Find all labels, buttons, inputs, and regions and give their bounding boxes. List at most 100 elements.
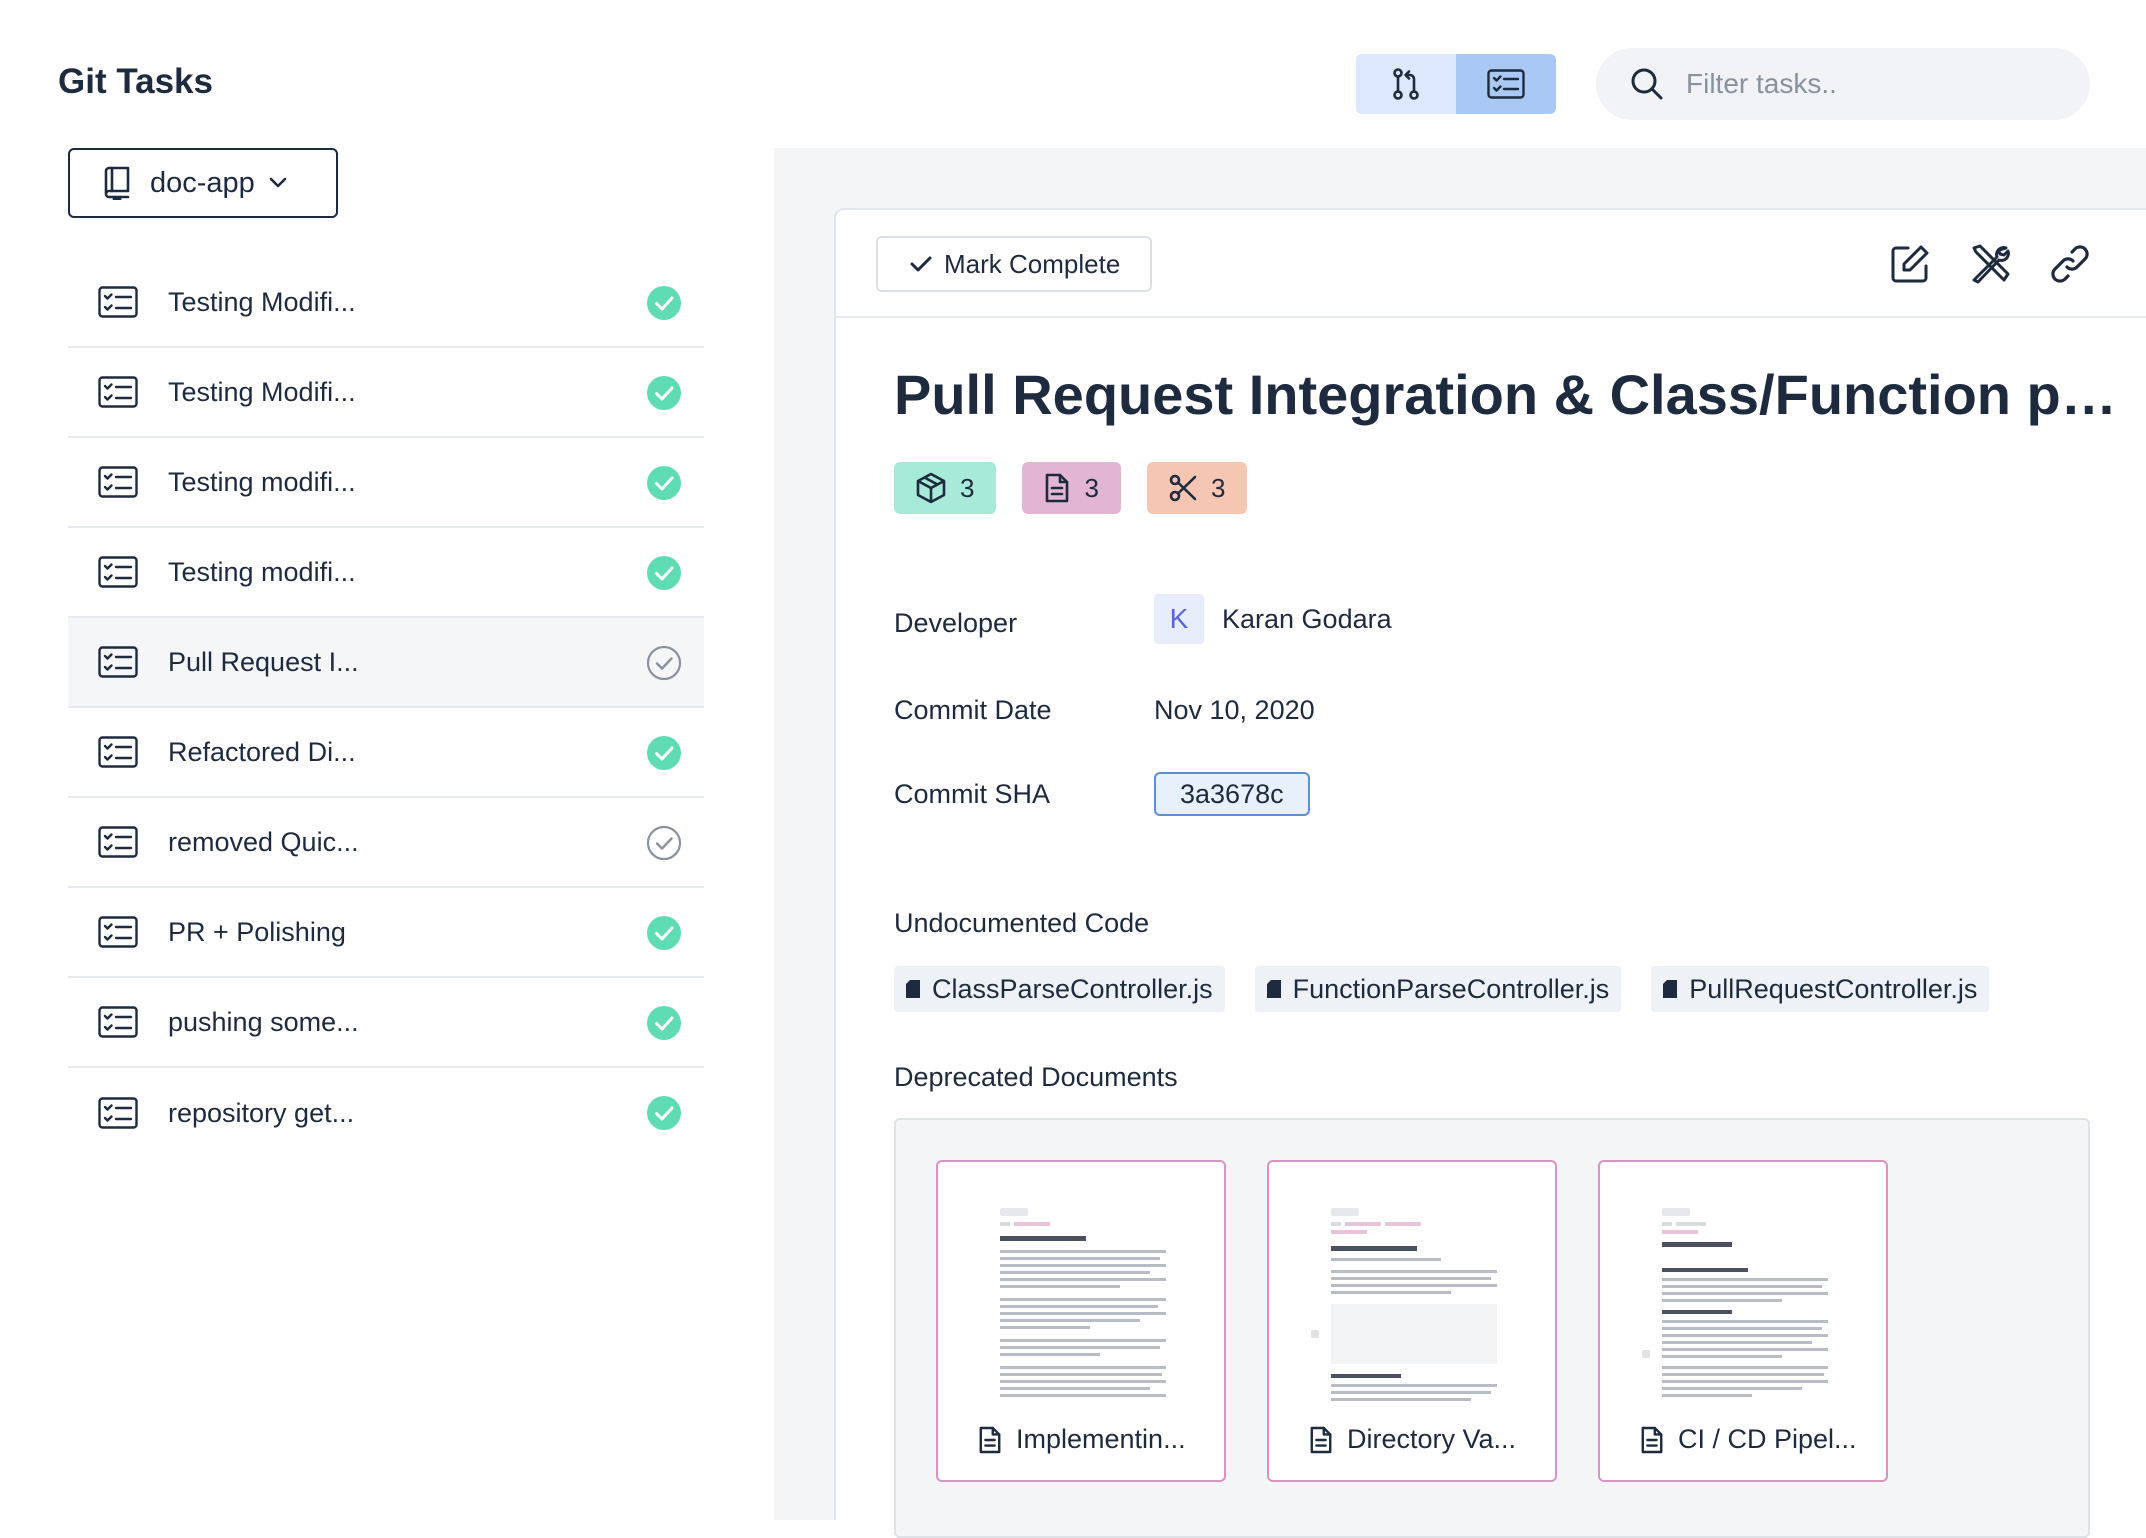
task-checklist-icon — [98, 1097, 138, 1129]
checklist-icon — [1487, 69, 1525, 99]
complete-status-icon[interactable] — [646, 1005, 682, 1041]
document-card[interactable]: Implementin... — [936, 1160, 1226, 1482]
complete-status-icon[interactable] — [646, 1095, 682, 1131]
task-label: Testing Modifi... — [168, 286, 356, 317]
task-checklist-icon — [98, 376, 138, 408]
task-checklist-icon — [98, 826, 138, 858]
task-list-view-button[interactable] — [1456, 54, 1556, 114]
deprecated-documents-label: Deprecated Documents — [894, 1062, 1178, 1092]
copy-link-button[interactable] — [2048, 242, 2092, 286]
task-list: Testing Modifi... Testing Modifi... Testin… — [68, 258, 704, 1158]
document-thumbnail — [1000, 1208, 1166, 1397]
document-card[interactable]: CI / CD Pipel... — [1598, 1160, 1888, 1482]
deprecated-count: 3 — [1210, 472, 1226, 503]
task-label: Testing Modifi... — [168, 376, 356, 407]
chevron-down-icon — [269, 177, 287, 188]
document-thumbnail — [1642, 1208, 1828, 1397]
file-icon — [906, 980, 920, 998]
file-icon — [1663, 980, 1678, 998]
task-label: Refactored Di... — [168, 736, 356, 767]
incomplete-status-icon[interactable] — [646, 645, 682, 681]
commit-date-label: Commit Date — [894, 695, 1052, 725]
task-checklist-icon — [98, 556, 138, 588]
tools-button[interactable] — [1968, 242, 2012, 286]
task-row[interactable]: PR + Polishing — [68, 888, 704, 978]
complete-status-icon[interactable] — [646, 555, 682, 591]
task-row[interactable]: repository get... — [68, 1068, 704, 1158]
tools-icon — [1972, 244, 2010, 284]
undocumented-files: ClassParseController.js FunctionParseCon… — [894, 966, 1990, 1012]
code-count-badge: 3 — [894, 462, 997, 514]
mark-complete-button[interactable]: Mark Complete — [876, 236, 1152, 292]
task-row[interactable]: Testing modifi... — [68, 528, 704, 618]
file-chip[interactable]: PullRequestController.js — [1651, 966, 1990, 1012]
document-icon — [1046, 473, 1069, 503]
task-row[interactable]: pushing some... — [68, 978, 704, 1068]
edit-button[interactable] — [1888, 242, 1932, 286]
task-checklist-icon — [98, 916, 138, 948]
task-checklist-icon — [98, 736, 138, 768]
incomplete-status-icon[interactable] — [646, 825, 682, 861]
task-title: Pull Request Integration & Class/Functio… — [894, 363, 2124, 426]
document-thumbnail — [1311, 1208, 1497, 1401]
search-icon — [1631, 68, 1663, 100]
complete-status-icon[interactable] — [646, 465, 682, 501]
task-label: removed Quic... — [168, 826, 359, 857]
undocumented-code-label: Undocumented Code — [894, 908, 1150, 938]
search-bar — [1596, 48, 2090, 120]
document-card[interactable]: Directory Va... — [1267, 1160, 1557, 1482]
document-count-badge: 3 — [1022, 462, 1121, 514]
file-icon — [1266, 980, 1281, 998]
task-row[interactable]: Testing modifi... — [68, 438, 704, 528]
task-checklist-icon — [98, 646, 138, 678]
task-checklist-icon — [98, 466, 138, 498]
repository-icon — [104, 166, 130, 200]
document-title: Directory Va... — [1347, 1424, 1517, 1454]
commit-sha[interactable]: 3a3678c — [1154, 772, 1310, 816]
task-row[interactable]: removed Quic... — [68, 798, 704, 888]
task-label: PR + Polishing — [168, 916, 346, 947]
document-caption: Directory Va... — [1309, 1424, 1516, 1455]
file-name: FunctionParseController.js — [1292, 973, 1610, 1004]
file-chip[interactable]: ClassParseController.js — [894, 966, 1225, 1012]
developer-value: K Karan Godara — [1154, 594, 1392, 644]
deprecated-count-badge: 3 — [1146, 462, 1248, 514]
task-label: Testing modifi... — [168, 556, 356, 587]
task-detail-card: Mark Complete Pull Request Integration &… — [834, 208, 2146, 1538]
document-title: CI / CD Pipel... — [1678, 1424, 1857, 1454]
edit-icon — [1891, 245, 1929, 283]
complete-status-icon[interactable] — [646, 735, 682, 771]
document-icon — [1641, 1426, 1663, 1453]
task-checklist-icon — [98, 286, 138, 318]
complete-status-icon[interactable] — [646, 375, 682, 411]
task-row[interactable]: Testing Modifi... — [68, 258, 704, 348]
git-pull-request-icon — [1393, 68, 1419, 100]
link-icon — [2051, 245, 2089, 283]
repo-selector[interactable]: doc-app — [68, 148, 338, 218]
commit-date: Nov 10, 2020 — [1154, 695, 1315, 725]
code-count: 3 — [960, 472, 975, 503]
mark-complete-label: Mark Complete — [944, 248, 1121, 279]
task-row[interactable]: Testing Modifi... — [68, 348, 704, 438]
complete-status-icon[interactable] — [646, 915, 682, 951]
repo-selector-label: doc-app — [150, 166, 255, 199]
check-icon — [910, 256, 932, 272]
commit-sha-label: Commit SHA — [894, 779, 1051, 809]
developer-label: Developer — [894, 608, 1018, 638]
pull-request-view-button[interactable] — [1356, 54, 1456, 114]
document-icon — [979, 1426, 1001, 1453]
task-badges: 3 3 3 — [894, 462, 1248, 514]
task-row[interactable]: Refactored Di... — [68, 708, 704, 798]
app-title: Git Tasks — [58, 62, 213, 101]
file-name: PullRequestController.js — [1689, 973, 1978, 1004]
task-row[interactable]: Pull Request I... — [68, 618, 704, 708]
document-icon — [1310, 1426, 1332, 1453]
task-label: pushing some... — [168, 1006, 359, 1037]
commit-sha-value: 3a3678c — [1154, 772, 1310, 816]
document-caption: Implementin... — [978, 1424, 1186, 1455]
document-count: 3 — [1084, 472, 1099, 503]
complete-status-icon[interactable] — [646, 285, 682, 321]
search-input[interactable] — [1686, 68, 2066, 100]
file-chip[interactable]: FunctionParseController.js — [1254, 966, 1622, 1012]
file-name: ClassParseController.js — [932, 973, 1213, 1004]
